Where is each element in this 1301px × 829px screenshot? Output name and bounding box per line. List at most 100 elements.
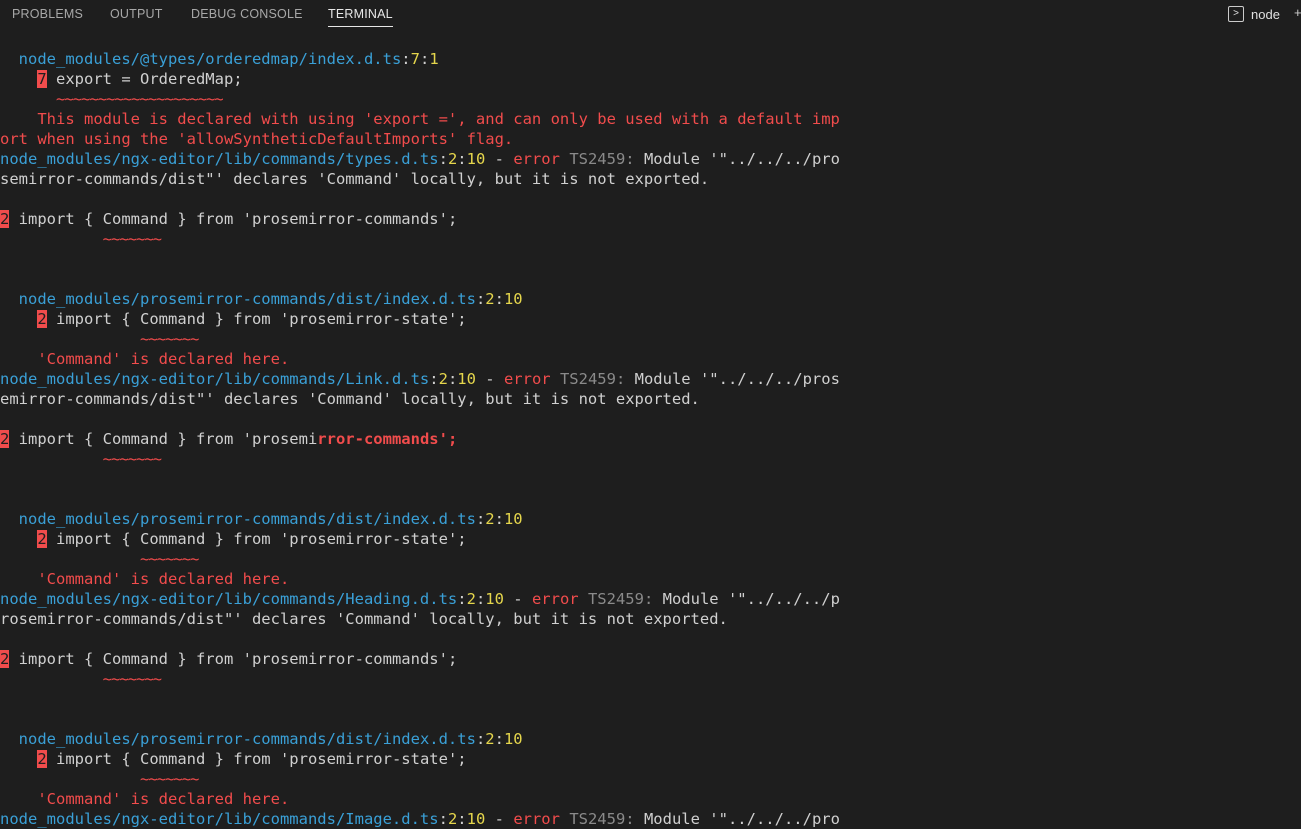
terminal-text: 10 (457, 370, 476, 388)
line-number-marker: 2 (37, 750, 47, 768)
terminal-text: : (475, 510, 486, 528)
terminal-text: : (401, 50, 411, 68)
terminal-selector[interactable]: > node (1228, 5, 1280, 23)
terminal-line: semirror-commands/dist"' declares 'Comma… (0, 169, 1301, 189)
terminal-text: ort when using the 'allowSyntheticDefaul… (0, 130, 514, 148)
terminal-text: 2 (485, 510, 495, 528)
plus-icon[interactable]: + (1294, 5, 1301, 20)
line-number-marker: 7 (37, 70, 47, 88)
terminal-text: : (419, 50, 430, 68)
terminal-text: node_modules/@types/orderedmap/index.d.t… (18, 50, 402, 68)
terminal-text: node_modules/ngx-editor/lib/commands/Ima… (0, 810, 439, 828)
terminal-line: node_modules/prosemirror-commands/dist/i… (0, 509, 1301, 529)
terminal-text: error (513, 150, 560, 168)
terminal-text: 2 (447, 150, 458, 168)
error-squiggle: ~~~~~~~~~~~~~~~~~~~~ (56, 90, 224, 108)
line-number-marker: 2 (0, 650, 10, 668)
terminal-text: - (485, 810, 514, 828)
terminal-line: node_modules/ngx-editor/lib/commands/Lin… (0, 369, 1301, 389)
terminal-line: ~~~~~~~ (0, 669, 1301, 689)
terminal-line: 2 import { Command } from 'prosemirror-c… (0, 429, 1301, 449)
terminal-text: TS2459: (559, 150, 635, 168)
line-number-marker: 2 (0, 210, 10, 228)
terminal-text: TS2459: (578, 590, 654, 608)
terminal-line: rosemirror-commands/dist"' declares 'Com… (0, 609, 1301, 629)
terminal-text: - (485, 150, 514, 168)
terminal-line: 7 export = OrderedMap; (0, 69, 1301, 89)
line-number-marker: 2 (0, 430, 10, 448)
terminal-text: : (457, 590, 467, 608)
terminal-text: import { Command } from 'prosemirror-com… (9, 650, 458, 668)
terminal-text: import { Command } from 'prosemirror-com… (9, 210, 458, 228)
terminal-line: node_modules/ngx-editor/lib/commands/Ima… (0, 809, 1301, 829)
terminal-text: 2 (438, 370, 448, 388)
terminal-line: node_modules/ngx-editor/lib/commands/typ… (0, 149, 1301, 169)
terminal-line: 2 import { Command } from 'prosemirror-c… (0, 209, 1301, 229)
terminal-text: node_modules/ngx-editor/lib/commands/typ… (0, 150, 439, 168)
terminal-line: node_modules/prosemirror-commands/dist/i… (0, 729, 1301, 749)
error-squiggle: ~~~~~~~ (102, 670, 162, 688)
tab-problems[interactable]: PROBLEMS (12, 7, 83, 21)
terminal-line: 'Command' is declared here. (0, 349, 1301, 369)
error-squiggle: ~~~~~~~ (139, 550, 199, 568)
terminal-text: : (447, 370, 458, 388)
tab-debug-console[interactable]: DEBUG CONSOLE (191, 7, 303, 21)
terminal-text: 2 (485, 730, 495, 748)
line-number-marker: 2 (37, 530, 47, 548)
terminal-text: import { Command } from 'prosemirror-sta… (46, 530, 467, 548)
tab-output[interactable]: OUTPUT (110, 7, 163, 21)
terminal-text: rosemirror-commands/dist"' declares 'Com… (0, 610, 728, 628)
terminal-text: 10 (503, 510, 523, 528)
terminal-text: : (475, 590, 486, 608)
terminal-text: export = OrderedMap; (46, 70, 243, 88)
terminal-line: node_modules/@types/orderedmap/index.d.t… (0, 49, 1301, 69)
terminal-text: : (438, 810, 448, 828)
terminal-line: ort when using the 'allowSyntheticDefaul… (0, 129, 1301, 149)
terminal-line: ~~~~~~~ (0, 329, 1301, 349)
terminal-line: This module is declared with using 'expo… (0, 109, 1301, 129)
error-squiggle: ~~~~~~~ (102, 450, 162, 468)
terminal-line: node_modules/ngx-editor/lib/commands/Hea… (0, 589, 1301, 609)
terminal-line: ~~~~~~~ (0, 229, 1301, 249)
terminal-line: 2 import { Command } from 'prosemirror-s… (0, 529, 1301, 549)
line-number-marker: 2 (37, 310, 47, 328)
terminal-text: 2 (485, 290, 495, 308)
terminal-text: 'Command' is declared here. (0, 790, 290, 808)
terminal-text: rror-commands'; (317, 430, 458, 448)
terminal-text: node_modules/ngx-editor/lib/commands/Hea… (0, 590, 458, 608)
terminal-text: 10 (466, 810, 486, 828)
terminal-text: Module '"../../../pro (634, 150, 840, 168)
error-squiggle: ~~~~~~~ (139, 770, 199, 788)
terminal-text: emirror-commands/dist"' declares 'Comman… (0, 390, 700, 408)
terminal-text: - (503, 590, 532, 608)
terminal-icon: > (1228, 6, 1244, 22)
terminal-text: import { Command } from 'prosemirror-sta… (46, 750, 467, 768)
terminal-text: 10 (503, 290, 523, 308)
terminal-text: - (475, 370, 504, 388)
terminal-line: ~~~~~~~ (0, 549, 1301, 569)
terminal-line: emirror-commands/dist"' declares 'Comman… (0, 389, 1301, 409)
tab-terminal[interactable]: TERMINAL (328, 7, 393, 27)
terminal-text: error (503, 370, 551, 388)
terminal-line: ~~~~~~~ (0, 449, 1301, 469)
terminal-text: 2 (447, 810, 458, 828)
terminal-text: 7 (410, 50, 420, 68)
terminal-text: Module '"../../../p (653, 590, 840, 608)
terminal-output[interactable]: node_modules/@types/orderedmap/index.d.t… (0, 49, 1301, 829)
